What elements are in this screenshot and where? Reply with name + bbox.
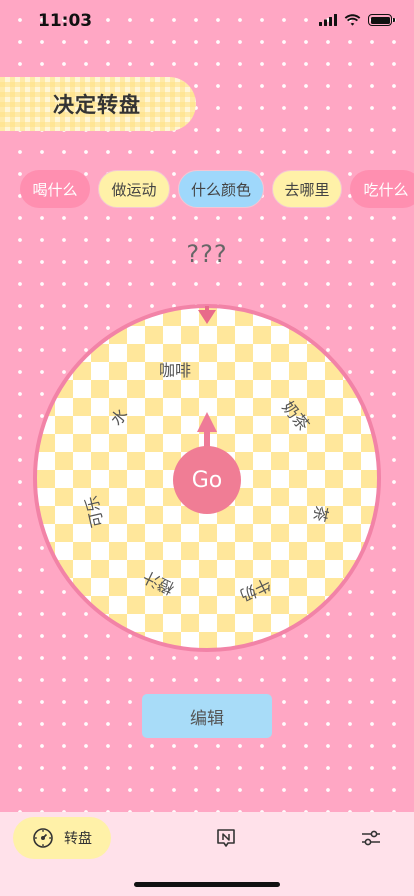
wheel-option-tea: 茶 — [309, 503, 332, 524]
wheel-option-coffee: 咖啡 — [158, 361, 191, 380]
status-bar: 11:03 — [0, 0, 414, 44]
wheel-option-cola: 可乐 — [81, 493, 108, 530]
battery-icon — [368, 14, 395, 26]
chip-color[interactable]: 什么颜色 — [178, 170, 264, 208]
tab-wheel-label: 转盘 — [64, 831, 92, 847]
home-indicator — [134, 882, 280, 887]
page-title: 决定转盘 — [53, 93, 141, 117]
result-text: ??? — [186, 240, 228, 268]
go-arrow-icon — [197, 412, 217, 432]
tab-wheel[interactable]: 转盘 — [13, 817, 111, 859]
cellular-signal-icon — [319, 14, 337, 26]
wheel-option-milk: 牛奶 — [236, 574, 274, 606]
wifi-icon — [344, 14, 361, 26]
chip-exercise[interactable]: 做运动 — [98, 170, 170, 208]
status-time: 11:03 — [38, 11, 93, 31]
wheel-icon — [33, 828, 53, 848]
wheel-option-water: 水 — [106, 404, 132, 430]
wheel-pointer-icon — [198, 310, 216, 324]
edit-button[interactable]: 编辑 — [142, 694, 272, 738]
chip-eat[interactable]: 吃什么 — [350, 170, 414, 208]
tab-note[interactable] — [215, 827, 237, 853]
chip-where[interactable]: 去哪里 — [272, 170, 342, 208]
status-icons — [319, 14, 395, 26]
go-button[interactable]: Go — [173, 446, 241, 514]
chip-drink[interactable]: 喝什么 — [20, 170, 90, 208]
wheel-option-milk-tea: 奶茶 — [278, 397, 314, 435]
sliders-icon — [362, 830, 380, 846]
note-n-icon — [217, 829, 235, 847]
title-banner: 决定转盘 — [0, 77, 196, 131]
category-chip-row: 喝什么 做运动 什么颜色 去哪里 吃什么 — [0, 170, 414, 210]
wheel-option-orange-juice: 橙汁 — [140, 567, 178, 599]
tab-settings[interactable] — [360, 827, 382, 853]
